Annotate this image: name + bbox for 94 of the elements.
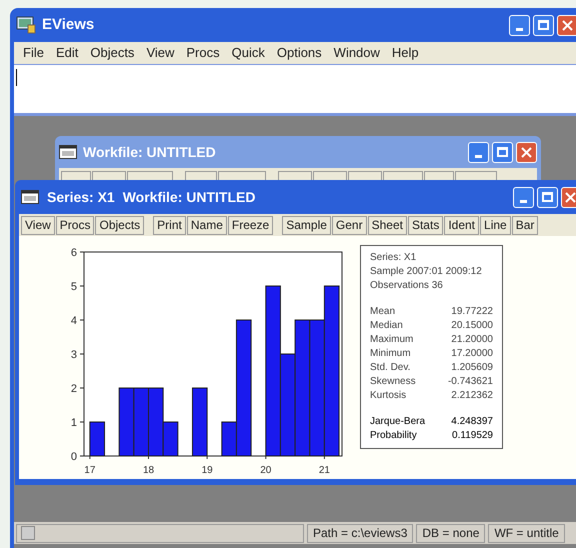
- toolbar-button[interactable]: [185, 171, 217, 180]
- toolbar-button[interactable]: [313, 171, 347, 180]
- toolbar-button[interactable]: Name: [186, 216, 227, 234]
- stat-label: Kurtosis: [370, 389, 406, 403]
- stat-label: Jarque-Bera: [370, 415, 426, 429]
- histogram-bar: [118, 388, 134, 456]
- stat-label: Minimum: [370, 347, 411, 361]
- axis-label: 18: [142, 465, 154, 476]
- toolbar-button[interactable]: Sheet: [368, 216, 407, 234]
- stat-label: Maximum: [370, 333, 414, 347]
- axis-label: 5: [70, 281, 77, 293]
- menu-item[interactable]: Quick: [226, 43, 270, 63]
- axis-label: 1: [70, 417, 77, 429]
- menu-item[interactable]: Edit: [50, 43, 84, 63]
- status-box-icon: [21, 526, 35, 540]
- menu-item[interactable]: File: [18, 43, 49, 63]
- axis-label: 19: [202, 465, 213, 476]
- close-button[interactable]: [557, 14, 576, 36]
- axis-label: 4: [70, 315, 77, 327]
- stats-header: Series: X1: [370, 251, 418, 265]
- maximize-button[interactable]: [533, 14, 554, 36]
- toolbar-button[interactable]: [218, 171, 266, 180]
- toolbar-button[interactable]: Bar: [512, 216, 538, 234]
- window-icon: [59, 145, 77, 159]
- stats-header: Observations 36: [370, 279, 444, 293]
- window-icon: [21, 190, 39, 204]
- stats-header: Sample 2007:01 2009:12: [370, 265, 483, 279]
- stat-value: 4.248397: [451, 415, 493, 429]
- menu-item[interactable]: Objects: [85, 43, 140, 63]
- toolbar-button[interactable]: [278, 171, 312, 180]
- stat-value: 21.20000: [451, 333, 493, 347]
- toolbar-button[interactable]: Sample: [282, 216, 331, 234]
- stat-value: -0.743621: [448, 375, 493, 389]
- stat-value: 19.77222: [451, 305, 493, 319]
- maximize-button[interactable]: [492, 142, 513, 162]
- axis-label: 6: [70, 247, 77, 259]
- toolbar-button[interactable]: [424, 171, 454, 180]
- minimize-button[interactable]: [513, 186, 534, 208]
- close-button[interactable]: [561, 186, 576, 208]
- window-title: EViews: [42, 14, 96, 35]
- stat-value: 2.212362: [451, 389, 493, 403]
- stat-value: 20.15000: [451, 319, 493, 333]
- stat-label: Skewness: [370, 375, 416, 389]
- toolbar-button[interactable]: [127, 171, 173, 180]
- histogram-bar: [89, 422, 106, 456]
- maximize-button[interactable]: [537, 186, 558, 208]
- status-field: WF = untitle: [488, 524, 565, 542]
- stat-label: Probability: [370, 429, 417, 443]
- status-field: DB = none: [416, 524, 486, 542]
- axis-label: 0: [70, 451, 77, 463]
- toolbar-button[interactable]: [455, 171, 497, 180]
- axis-label: 3: [70, 349, 77, 361]
- close-button[interactable]: [516, 142, 537, 162]
- axis-label: 2: [70, 383, 77, 395]
- menu-item[interactable]: Procs: [181, 43, 225, 63]
- stat-value: 0.119529: [452, 429, 493, 443]
- menu-item[interactable]: Window: [328, 43, 385, 63]
- axis-label: 20: [260, 465, 272, 476]
- axis-label: 21: [318, 465, 330, 476]
- close-icon: [562, 20, 573, 30]
- histogram-bar: [192, 388, 208, 456]
- axis-label: 17: [84, 465, 96, 476]
- toolbar-button[interactable]: Objects: [95, 216, 144, 234]
- window-title: Workfile: UNTITLED: [83, 142, 217, 162]
- window-title: Series: X1: [47, 188, 115, 206]
- stat-value: 1.205609: [451, 361, 493, 375]
- toolbar-button[interactable]: Line: [480, 216, 511, 234]
- toolbar-button[interactable]: Freeze: [228, 216, 274, 234]
- toolbar-button[interactable]: Stats: [408, 216, 444, 234]
- toolbar-button[interactable]: [383, 171, 423, 180]
- window-title: Workfile: UNTITLED: [122, 188, 256, 206]
- toolbar-button[interactable]: [348, 171, 382, 180]
- app-icon: [16, 16, 36, 34]
- toolbar-button[interactable]: Ident: [444, 216, 480, 234]
- minimize-button[interactable]: [468, 142, 489, 162]
- stat-label: Std. Dev.: [370, 361, 410, 375]
- close-icon: [521, 146, 532, 158]
- command-field[interactable]: [14, 64, 576, 113]
- stat-label: Mean: [370, 305, 396, 319]
- stat-value: 17.20000: [451, 347, 493, 361]
- histogram-bar: [133, 388, 149, 456]
- toolbar-button[interactable]: [61, 171, 91, 180]
- close-icon: [564, 192, 576, 202]
- toolbar-button[interactable]: Procs: [56, 216, 94, 234]
- minimize-button[interactable]: [509, 14, 530, 36]
- menu-item[interactable]: Help: [386, 43, 424, 63]
- status-field: Path = c:\eviews3: [307, 524, 414, 542]
- toolbar-button[interactable]: Print: [153, 216, 186, 234]
- toolbar-button[interactable]: Genr: [332, 216, 367, 234]
- menu-item[interactable]: View: [141, 43, 180, 63]
- menu-item[interactable]: Options: [272, 43, 327, 63]
- toolbar-button[interactable]: View: [21, 216, 55, 234]
- toolbar-button[interactable]: [92, 171, 126, 180]
- stat-label: Median: [370, 319, 403, 333]
